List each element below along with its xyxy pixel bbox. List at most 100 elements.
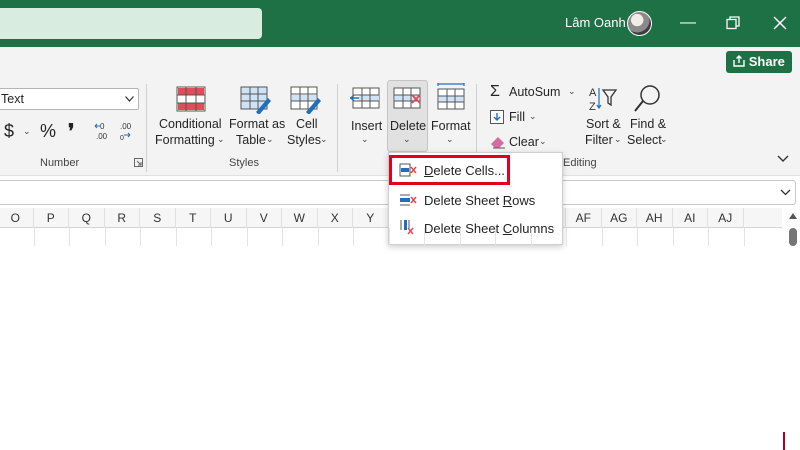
comma-style-button[interactable]: ❜ bbox=[68, 119, 74, 144]
chevron-down-icon[interactable]: ⌄ bbox=[320, 134, 328, 145]
grid-line bbox=[104, 228, 106, 246]
format-label[interactable]: Format bbox=[431, 119, 471, 133]
chevron-down-icon[interactable]: ⌄ bbox=[529, 111, 537, 122]
grid-line bbox=[388, 228, 390, 246]
column-header[interactable]: AH bbox=[637, 208, 673, 228]
column-header[interactable]: R bbox=[105, 208, 140, 228]
column-header[interactable]: AF bbox=[566, 208, 602, 228]
menu-item-delete-sheet-columns[interactable]: Delete Sheet Columns bbox=[389, 215, 562, 243]
column-header[interactable]: Q bbox=[69, 208, 105, 228]
search-icon bbox=[632, 84, 664, 114]
format-as-table-label-2[interactable]: Table bbox=[236, 133, 266, 147]
scroll-up-icon[interactable] bbox=[789, 213, 797, 219]
chevron-down-icon[interactable]: ⌄ bbox=[446, 134, 454, 145]
column-header[interactable]: O bbox=[0, 208, 34, 228]
grid-line bbox=[282, 228, 283, 246]
chevron-down-icon[interactable]: ⌄ bbox=[23, 126, 31, 137]
increase-decimal-icon[interactable]: 0.00 bbox=[94, 121, 112, 141]
clear-icon bbox=[490, 135, 506, 149]
percent-button[interactable]: % bbox=[40, 121, 56, 142]
grid-line bbox=[246, 228, 248, 246]
share-label: Share bbox=[748, 54, 785, 69]
collapse-ribbon-icon[interactable] bbox=[777, 155, 789, 163]
user-name: Lâm Oanh bbox=[565, 15, 626, 30]
format-as-table-label-1[interactable]: Format as bbox=[229, 117, 285, 131]
chevron-down-icon[interactable]: ⌄ bbox=[660, 134, 668, 145]
search-box[interactable] bbox=[0, 8, 262, 39]
chevron-down-icon[interactable]: ⌄ bbox=[568, 86, 576, 97]
delete-label[interactable]: Delete bbox=[390, 119, 426, 133]
grid-line bbox=[424, 228, 425, 246]
column-header[interactable]: V bbox=[247, 208, 282, 228]
share-icon bbox=[733, 55, 745, 67]
find-select-label-1[interactable]: Find & bbox=[630, 117, 666, 131]
grid-line bbox=[317, 228, 319, 246]
ribbon-tab-strip bbox=[0, 47, 800, 77]
share-button[interactable]: Share bbox=[726, 51, 792, 73]
grid-line bbox=[175, 228, 177, 246]
autosum-label[interactable]: AutoSum bbox=[509, 85, 560, 99]
edge-marker bbox=[783, 432, 785, 450]
chevron-down-icon[interactable]: ⌄ bbox=[266, 134, 274, 145]
find-select-label-2[interactable]: Select bbox=[627, 133, 662, 147]
grid-line bbox=[601, 228, 603, 246]
grid-line bbox=[211, 228, 212, 246]
column-header[interactable]: Y bbox=[353, 208, 389, 228]
cell-styles-label-2[interactable]: Styles bbox=[287, 133, 321, 147]
autosum-icon: Σ bbox=[490, 83, 500, 100]
currency-button[interactable]: $ bbox=[4, 121, 14, 142]
delete-columns-icon bbox=[400, 220, 414, 235]
scrollbar-thumb[interactable] bbox=[789, 228, 797, 246]
sort-filter-label-2[interactable]: Filter bbox=[585, 133, 613, 147]
minimize-icon[interactable]: — bbox=[677, 12, 699, 34]
column-header[interactable]: T bbox=[176, 208, 211, 228]
column-header[interactable]: U bbox=[211, 208, 247, 228]
chevron-down-icon[interactable] bbox=[780, 189, 791, 196]
column-header[interactable]: W bbox=[282, 208, 318, 228]
conditional-formatting-label-1[interactable]: Conditional bbox=[159, 117, 222, 131]
restore-icon[interactable] bbox=[722, 12, 744, 34]
column-header[interactable]: X bbox=[318, 208, 353, 228]
sort-filter-icon: AZ bbox=[588, 84, 618, 114]
cell-styles-icon bbox=[290, 86, 322, 115]
chevron-down-icon[interactable]: ⌄ bbox=[614, 134, 622, 145]
menu-item-delete-sheet-rows[interactable]: Delete Sheet Rows bbox=[389, 187, 562, 215]
grid-line bbox=[353, 228, 354, 246]
clear-label[interactable]: Clear bbox=[509, 135, 539, 149]
chevron-down-icon[interactable]: ⌄ bbox=[217, 134, 225, 145]
grid-line bbox=[495, 228, 496, 246]
column-header[interactable]: AJ bbox=[708, 208, 744, 228]
chevron-down-icon[interactable]: ⌄ bbox=[539, 136, 547, 147]
decrease-decimal-icon[interactable]: .00 0 bbox=[118, 121, 136, 142]
dialog-launcher-icon[interactable] bbox=[134, 158, 143, 167]
sort-filter-label-1[interactable]: Sort & bbox=[586, 117, 621, 131]
chevron-down-icon bbox=[125, 96, 134, 102]
column-header[interactable]: AG bbox=[602, 208, 637, 228]
grid-line bbox=[140, 228, 141, 246]
column-header[interactable]: S bbox=[140, 208, 176, 228]
svg-text:A: A bbox=[589, 87, 597, 99]
number-format-value: Text bbox=[1, 92, 24, 106]
grid-line bbox=[708, 228, 709, 246]
grid-line bbox=[672, 228, 674, 246]
column-header[interactable]: AI bbox=[673, 208, 708, 228]
insert-label[interactable]: Insert bbox=[351, 119, 382, 133]
annotation-highlight-box bbox=[389, 155, 510, 185]
format-as-table-icon bbox=[240, 86, 272, 115]
conditional-formatting-icon bbox=[176, 86, 206, 112]
styles-group-label: Styles bbox=[229, 157, 259, 169]
fill-label[interactable]: Fill bbox=[509, 110, 525, 124]
chevron-down-icon[interactable]: ⌄ bbox=[403, 134, 411, 145]
grid-line bbox=[743, 228, 745, 246]
svg-text:.00: .00 bbox=[96, 132, 108, 141]
grid-line bbox=[566, 228, 567, 246]
close-icon[interactable] bbox=[769, 12, 791, 34]
chevron-down-icon[interactable]: ⌄ bbox=[361, 134, 369, 145]
menu-item-label: Delete Sheet Columns bbox=[424, 221, 555, 236]
format-cells-icon bbox=[435, 82, 467, 112]
number-format-dropdown[interactable]: Text bbox=[0, 88, 139, 110]
cell-styles-label-1[interactable]: Cell bbox=[296, 117, 318, 131]
column-header[interactable]: P bbox=[34, 208, 69, 228]
conditional-formatting-label-2[interactable]: Formatting bbox=[155, 133, 215, 147]
avatar[interactable] bbox=[627, 11, 652, 36]
